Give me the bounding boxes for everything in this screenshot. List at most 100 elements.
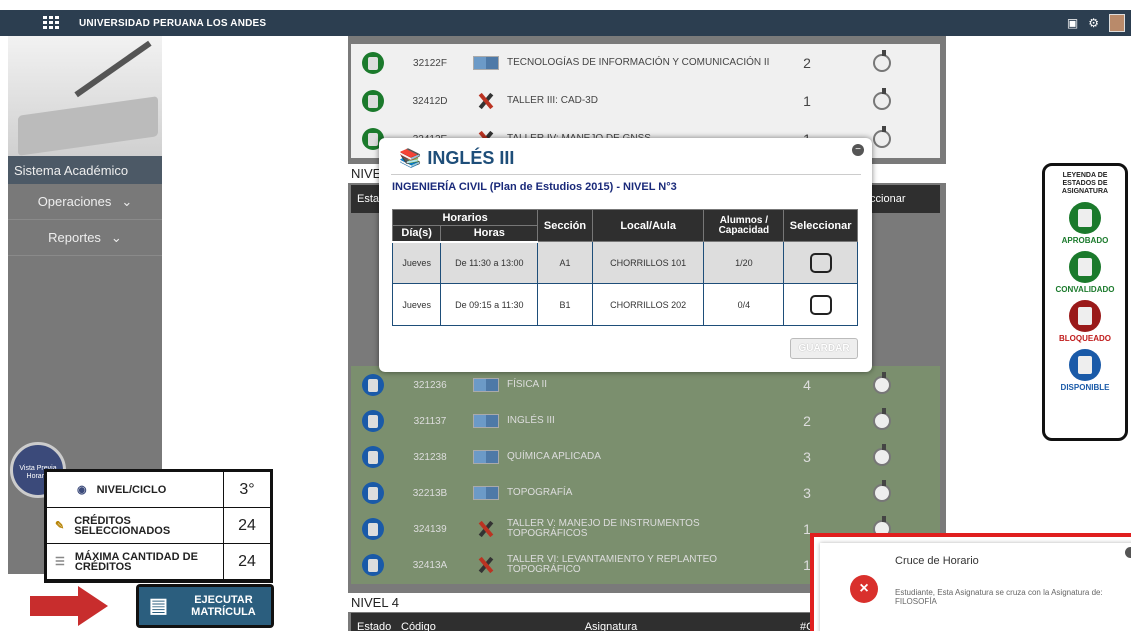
close-icon[interactable] bbox=[1125, 547, 1131, 558]
table-row: 32213B TOPOGRAFÍA 3 bbox=[351, 474, 940, 512]
legend-label: BLOQUEADO bbox=[1059, 334, 1111, 343]
course-type bbox=[465, 486, 507, 500]
select-schedule-button[interactable] bbox=[842, 88, 922, 110]
course-credits: 3 bbox=[803, 449, 811, 465]
clipboard-icon bbox=[362, 374, 384, 396]
cell-seccion: B1 bbox=[537, 283, 593, 326]
status-icon bbox=[351, 410, 395, 432]
course-schedule-modal: 📚 INGLÉS III − INGENIERÍA CIVIL (Plan de … bbox=[379, 138, 872, 372]
course-credits: 1 bbox=[803, 93, 811, 109]
max-creditos-value: 24 bbox=[224, 544, 270, 579]
clock-icon bbox=[873, 50, 891, 72]
sidebar-banner-image bbox=[8, 36, 162, 156]
select-schedule-button[interactable] bbox=[842, 444, 922, 466]
legend-item: BLOQUEADO bbox=[1045, 300, 1125, 343]
status-icon bbox=[351, 554, 395, 576]
column-codigo: Código bbox=[401, 621, 436, 631]
status-icon bbox=[1069, 251, 1101, 283]
creditos-label: CRÉDITOS SELECCIONADOS bbox=[74, 514, 171, 537]
clipboard-icon bbox=[362, 554, 384, 576]
header-seccion: Sección bbox=[537, 209, 593, 242]
select-schedule-button[interactable] bbox=[842, 50, 922, 72]
modal-title: 📚 INGLÉS III bbox=[399, 148, 514, 169]
sidebar-item-label: Reportes bbox=[48, 230, 101, 245]
course-name: TALLER V: MANEJO DE INSTRUMENTOS TOPOGRÁ… bbox=[507, 518, 700, 539]
header-seleccionar: Seleccionar bbox=[783, 209, 858, 242]
course-code: 32413A bbox=[412, 559, 448, 571]
chat-icon[interactable]: ▣ bbox=[1067, 16, 1078, 30]
table-row: 321137 INGLÉS III 2 bbox=[351, 402, 940, 440]
cell-seccion: A1 bbox=[537, 241, 593, 284]
course-credits: 3 bbox=[803, 485, 811, 501]
status-icon bbox=[351, 374, 395, 396]
header-horarios: Horarios bbox=[391, 209, 539, 226]
gear-icon[interactable]: ⚙ bbox=[1088, 16, 1099, 30]
enrollment-summary: ◉ NIVEL/CICLO 3° ✎ CRÉDITOS SELECCIONADOS 24… bbox=[44, 469, 273, 583]
status-icon bbox=[351, 446, 395, 468]
modal-title-text: INGLÉS III bbox=[427, 148, 515, 168]
max-creditos-label: MÁXIMA CANTIDAD DE CRÉDITOS bbox=[74, 550, 198, 573]
document-icon: ▤ bbox=[149, 595, 168, 617]
creditos-value: 24 bbox=[224, 508, 270, 543]
error-icon: × bbox=[850, 575, 878, 603]
execute-enrollment-button[interactable]: ▤ EJECUTAR MATRÍCULA bbox=[136, 584, 274, 628]
chevron-down-icon: ⌄ bbox=[110, 229, 122, 245]
clock-icon bbox=[873, 444, 891, 466]
course-code: 32122F bbox=[413, 57, 447, 69]
header-dias: Día(s) bbox=[391, 225, 442, 243]
avatar[interactable] bbox=[1109, 14, 1125, 32]
status-icon bbox=[1069, 300, 1101, 332]
clock-icon bbox=[873, 480, 891, 502]
select-schedule-button[interactable] bbox=[842, 372, 922, 394]
save-button[interactable]: GUARDAR bbox=[790, 338, 858, 359]
course-type bbox=[465, 450, 507, 464]
course-code: 32412D bbox=[412, 95, 448, 107]
clipboard-icon bbox=[362, 518, 384, 540]
course-name: TECNOLOGÍAS DE INFORMACIÓN Y COMUNICACIÓ… bbox=[507, 57, 770, 68]
cell-local: CHORRILLOS 202 bbox=[591, 283, 705, 326]
status-icon bbox=[1069, 202, 1101, 234]
course-credits: 4 bbox=[803, 377, 811, 393]
chevron-down-icon: ⌄ bbox=[121, 193, 133, 209]
course-code: 321236 bbox=[413, 379, 447, 391]
course-type bbox=[465, 56, 507, 70]
course-name: QUÍMICA APLICADA bbox=[507, 451, 601, 462]
course-type bbox=[465, 520, 507, 538]
status-icon bbox=[1069, 349, 1101, 381]
header-horas: Horas bbox=[440, 225, 539, 243]
course-name: INGLÉS III bbox=[507, 415, 555, 426]
book-icon bbox=[473, 414, 499, 428]
column-estado: Estado bbox=[357, 621, 392, 631]
course-code: 321137 bbox=[413, 415, 447, 427]
grid-menu-icon[interactable] bbox=[43, 16, 59, 30]
select-schedule-button[interactable] bbox=[842, 480, 922, 502]
sidebar-item-operaciones[interactable]: Operaciones ⌄ bbox=[8, 184, 162, 220]
status-icon bbox=[351, 52, 395, 74]
nivel-label: NIVEL/CICLO bbox=[96, 483, 167, 496]
top-bar: UNIVERSIDAD PERUANA LOS ANDES ▣ ⚙ bbox=[0, 10, 1131, 36]
legend-label: DISPONIBLE bbox=[1060, 383, 1110, 392]
clipboard-icon bbox=[362, 52, 384, 74]
legend-item: DISPONIBLE bbox=[1045, 349, 1125, 392]
select-schedule-button[interactable] bbox=[842, 408, 922, 430]
execute-enrollment-label: EJECUTAR MATRÍCULA bbox=[191, 594, 256, 618]
sidebar-item-reportes[interactable]: Reportes ⌄ bbox=[8, 220, 162, 256]
level-icon: ◉ bbox=[77, 483, 87, 496]
course-name: TOPOGRAFÍA bbox=[507, 487, 573, 498]
book-icon bbox=[473, 486, 499, 500]
select-checkbox[interactable] bbox=[809, 294, 832, 315]
arrow-right-icon bbox=[30, 586, 110, 626]
select-checkbox[interactable] bbox=[809, 252, 832, 273]
cell-local: CHORRILLOS 101 bbox=[591, 241, 705, 284]
cell-seleccionar bbox=[783, 241, 858, 284]
cell-horas: De 09:15 a 11:30 bbox=[440, 283, 539, 326]
toast-title: Cruce de Horario bbox=[895, 555, 979, 567]
table-row: 32122F TECNOLOGÍAS DE INFORMACIÓN Y COMUN… bbox=[351, 44, 940, 82]
course-name: TALLER III: CAD-3D bbox=[507, 95, 598, 106]
close-icon[interactable]: − bbox=[852, 144, 864, 156]
document-icon: ☰ bbox=[55, 555, 65, 568]
status-icon bbox=[351, 90, 395, 112]
course-name: FÍSICA II bbox=[507, 379, 548, 390]
course-type bbox=[465, 414, 507, 428]
course-credits: 2 bbox=[803, 55, 811, 71]
